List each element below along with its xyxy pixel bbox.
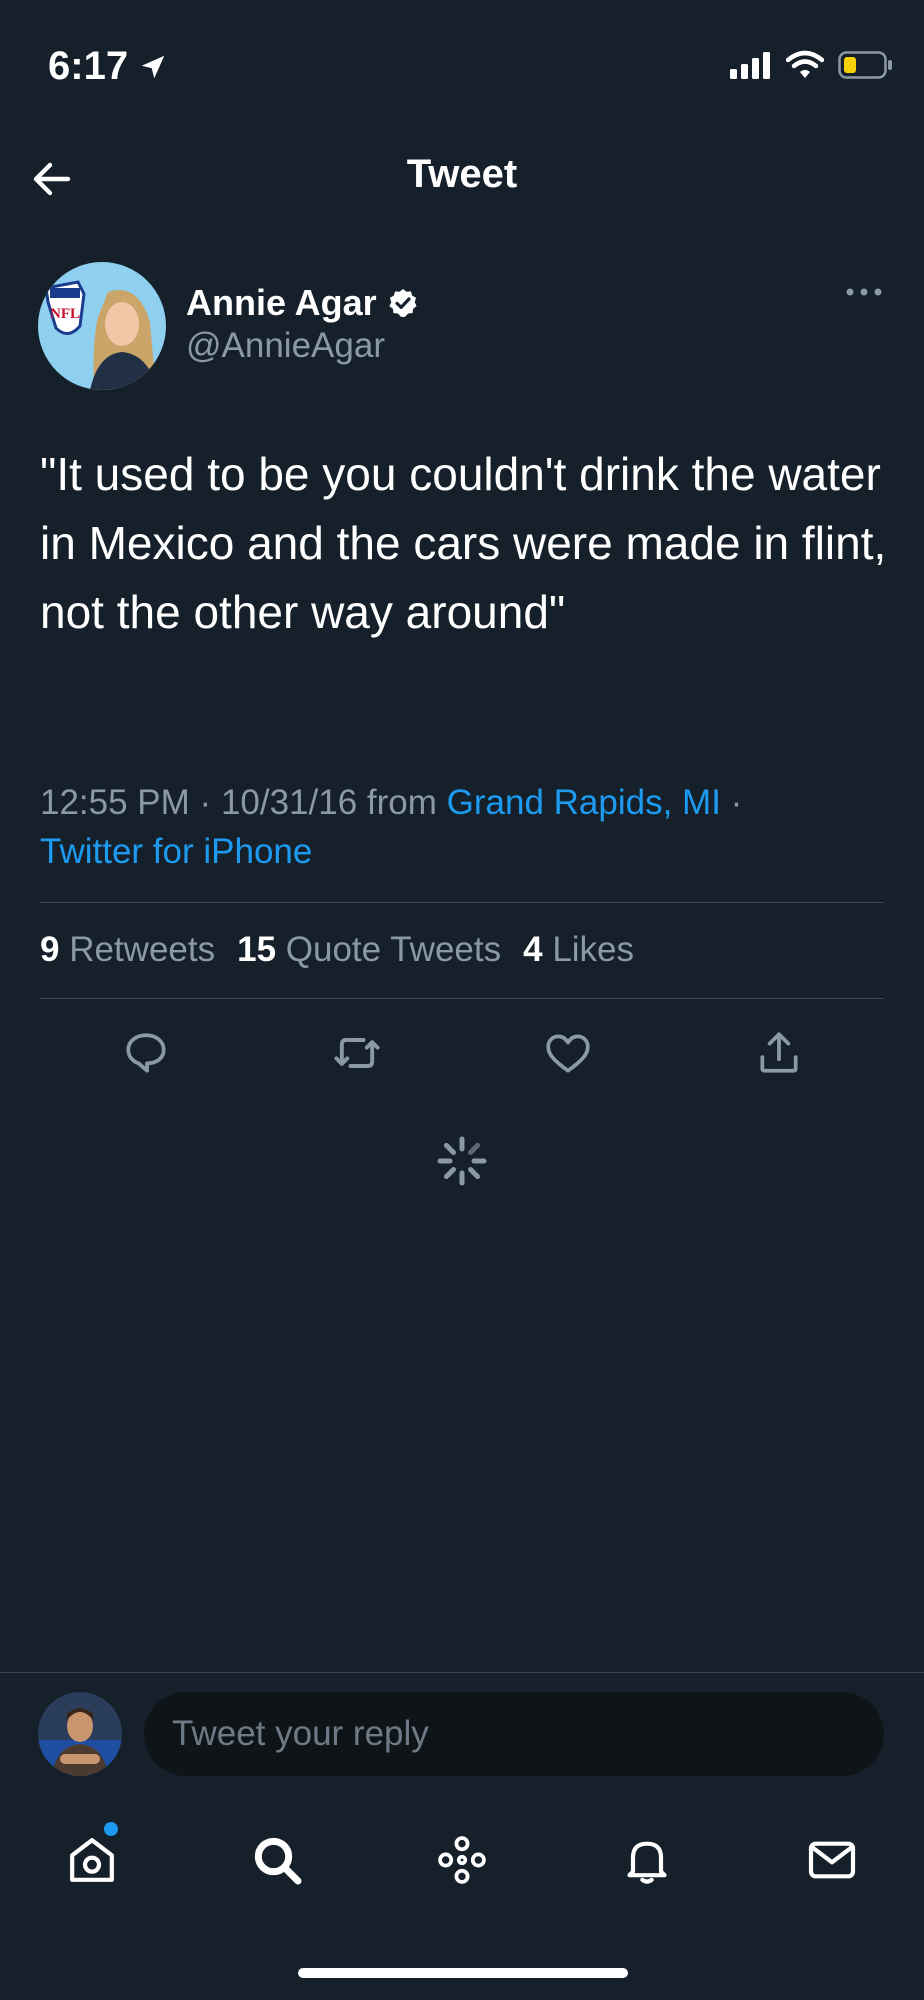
status-bar-indicators [730,50,894,80]
tweet-date: 10/31/16 [220,783,358,822]
bottom-tab-bar [0,1820,924,1900]
author-name-row[interactable]: Annie Agar [186,282,419,324]
spaces-icon [438,1836,486,1884]
reply-input[interactable] [144,1692,884,1776]
share-icon [759,1032,798,1073]
clock: 6:17 [48,44,129,88]
home-icon [70,1838,115,1882]
tweet-meta: 12:55 PM · 10/31/16 from Grand Rapids, M… [40,778,900,876]
author-handle[interactable]: @AnnieAgar [186,326,385,366]
reply-icon [125,1033,166,1073]
tweet-source-link[interactable]: Twitter for iPhone [40,832,312,871]
tab-home[interactable] [52,1820,132,1900]
location-arrow-icon [141,55,165,78]
tweet-text: "It used to be you couldn't drink the wa… [40,448,887,638]
separator: · [199,783,221,822]
heart-icon [545,1034,590,1073]
divider [40,998,884,999]
status-bar-time: 6:17 [48,44,168,89]
loading-spinner-icon [434,1133,490,1189]
tab-messages[interactable] [792,1820,872,1900]
from-label: from [366,783,437,822]
nfl-logo: NFL [50,306,80,322]
signal-icon [730,52,770,79]
tab-search[interactable] [237,1820,317,1900]
tab-notifications[interactable] [607,1820,687,1900]
divider [0,1672,924,1673]
tweet-location-link[interactable]: Grand Rapids, MI [447,783,721,822]
my-avatar[interactable] [38,1692,122,1776]
wifi-icon [786,50,824,78]
page-title: Tweet [406,152,518,196]
tweet-actions [40,1025,884,1081]
retweet-icon [333,1038,380,1068]
retweet-button[interactable] [329,1025,385,1081]
share-button[interactable] [751,1025,807,1081]
tweet-stats: 9 Retweets 15 Quote Tweets 4 Likes [40,930,634,970]
avatar-image [38,1692,122,1776]
more-button[interactable] [844,285,884,303]
search-icon [255,1837,302,1885]
author-name[interactable]: Annie Agar [186,282,377,324]
verified-badge-icon [389,289,417,317]
reply-button[interactable] [118,1025,174,1081]
home-indicator[interactable] [298,1968,628,1978]
battery-icon [838,51,892,79]
avatar-image: NFL [38,262,166,390]
author-avatar[interactable]: NFL [38,262,166,390]
like-button[interactable] [540,1025,596,1081]
tab-spaces[interactable] [422,1820,502,1900]
quote-tweets-stat[interactable]: 15 Quote Tweets [237,930,501,970]
likes-stat[interactable]: 4 Likes [523,930,634,970]
separator: · [730,783,743,822]
mail-icon [808,1841,855,1879]
tweet-time: 12:55 PM [40,783,190,822]
more-icon [846,288,882,296]
bell-icon [627,1841,667,1884]
retweets-stat[interactable]: 9 Retweets [40,930,215,970]
divider [40,902,884,903]
